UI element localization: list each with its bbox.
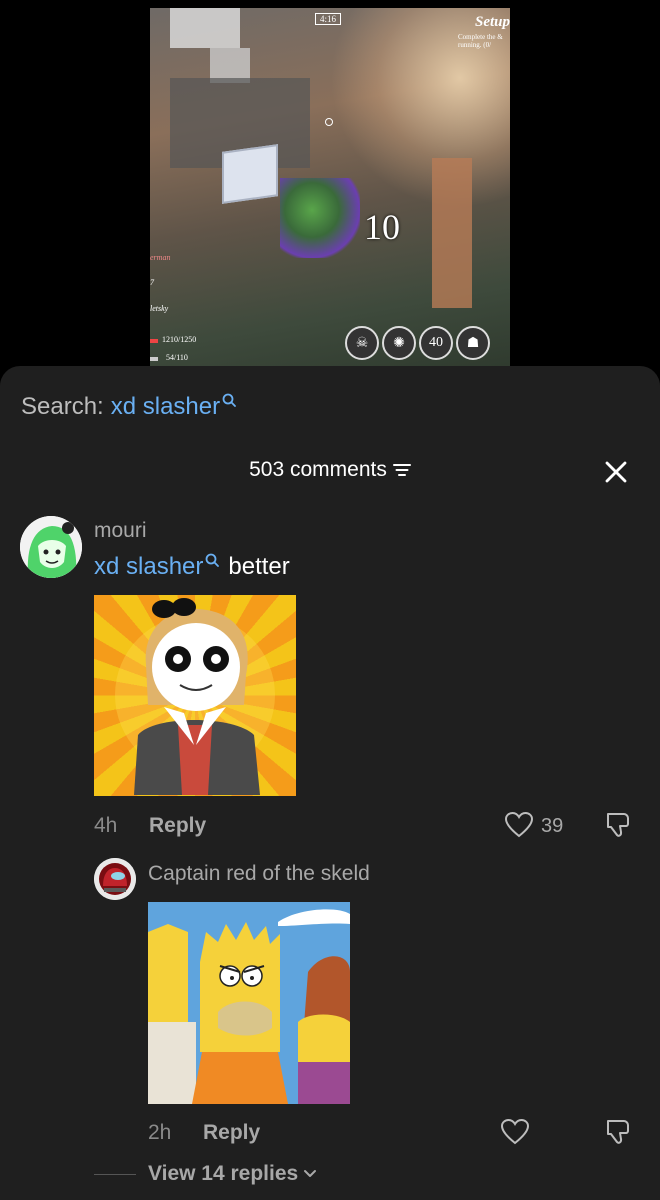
ability-slot: ✺ [382, 326, 416, 360]
hud-player-name: erman [150, 253, 171, 262]
search-icon [205, 553, 220, 567]
comment-search-link[interactable]: xd slasher [94, 553, 203, 581]
sort-icon[interactable] [392, 463, 411, 477]
search-prefix: Search: [21, 393, 104, 420]
comments-panel: Search: xd slasher 503 comments mouri xd… [0, 366, 660, 1200]
search-term-link[interactable]: xd slasher [111, 393, 220, 421]
game-timer: 4:16 [315, 13, 342, 25]
reply-timestamp: 2h [148, 1121, 172, 1144]
heart-icon[interactable] [505, 812, 533, 838]
search-icon [222, 393, 237, 407]
view-replies-button[interactable]: View 14 replies [94, 1162, 317, 1186]
hud-player-name: letsky [150, 304, 169, 313]
objective-text: Complete the & running. (0/ [458, 33, 503, 49]
chevron-down-icon [304, 1170, 317, 1177]
comments-count[interactable]: 503 comments [249, 458, 411, 482]
comment-body: better [228, 553, 290, 580]
ability-slot: ☗ [456, 326, 490, 360]
dislike-icon[interactable] [604, 1118, 632, 1146]
ability-slot: 40 [419, 326, 453, 360]
heart-icon[interactable] [501, 1119, 529, 1145]
gameplay-frame: 4:16 Setup Complete the & running. (0/ 1… [150, 8, 510, 370]
reply-button[interactable]: Reply [149, 814, 206, 838]
comment-username[interactable]: mouri [94, 519, 147, 543]
ability-slot: ☠ [345, 326, 379, 360]
ice-cube [222, 144, 278, 204]
crosshair-icon [325, 118, 333, 126]
dislike-icon[interactable] [604, 811, 632, 839]
hud-player-name: 7 [150, 278, 154, 287]
stamina-value: 54/110 [166, 353, 188, 362]
divider [94, 1173, 136, 1175]
reply-image[interactable] [148, 902, 350, 1104]
reply-reply-button[interactable]: Reply [203, 1121, 260, 1145]
block [170, 8, 240, 48]
ability-bar: ☠ ✺ 40 ☗ [345, 326, 490, 360]
comments-header: 503 comments [0, 458, 660, 482]
comment-text: xd slasher better [94, 553, 290, 581]
like-count: 39 [541, 815, 564, 837]
view-replies-label: View 14 replies [148, 1162, 299, 1185]
damage-number: 10 [364, 207, 400, 247]
health-value: 1210/1250 [162, 335, 197, 344]
comment-timestamp: 4h [94, 814, 118, 837]
reply-avatar[interactable] [94, 858, 136, 900]
pillar [432, 158, 472, 308]
video-player[interactable]: 4:16 Setup Complete the & running. (0/ 1… [0, 0, 660, 370]
comment-image[interactable] [94, 595, 296, 796]
avatar[interactable] [20, 516, 82, 578]
close-icon[interactable] [604, 460, 628, 484]
reply-username[interactable]: Captain red of the skeld [148, 862, 370, 886]
health-bar [150, 339, 158, 343]
search-suggestion[interactable]: Search: xd slasher [21, 393, 237, 421]
objective-title: Setup [474, 14, 510, 30]
player-character [280, 178, 360, 258]
stamina-bar [150, 357, 158, 361]
